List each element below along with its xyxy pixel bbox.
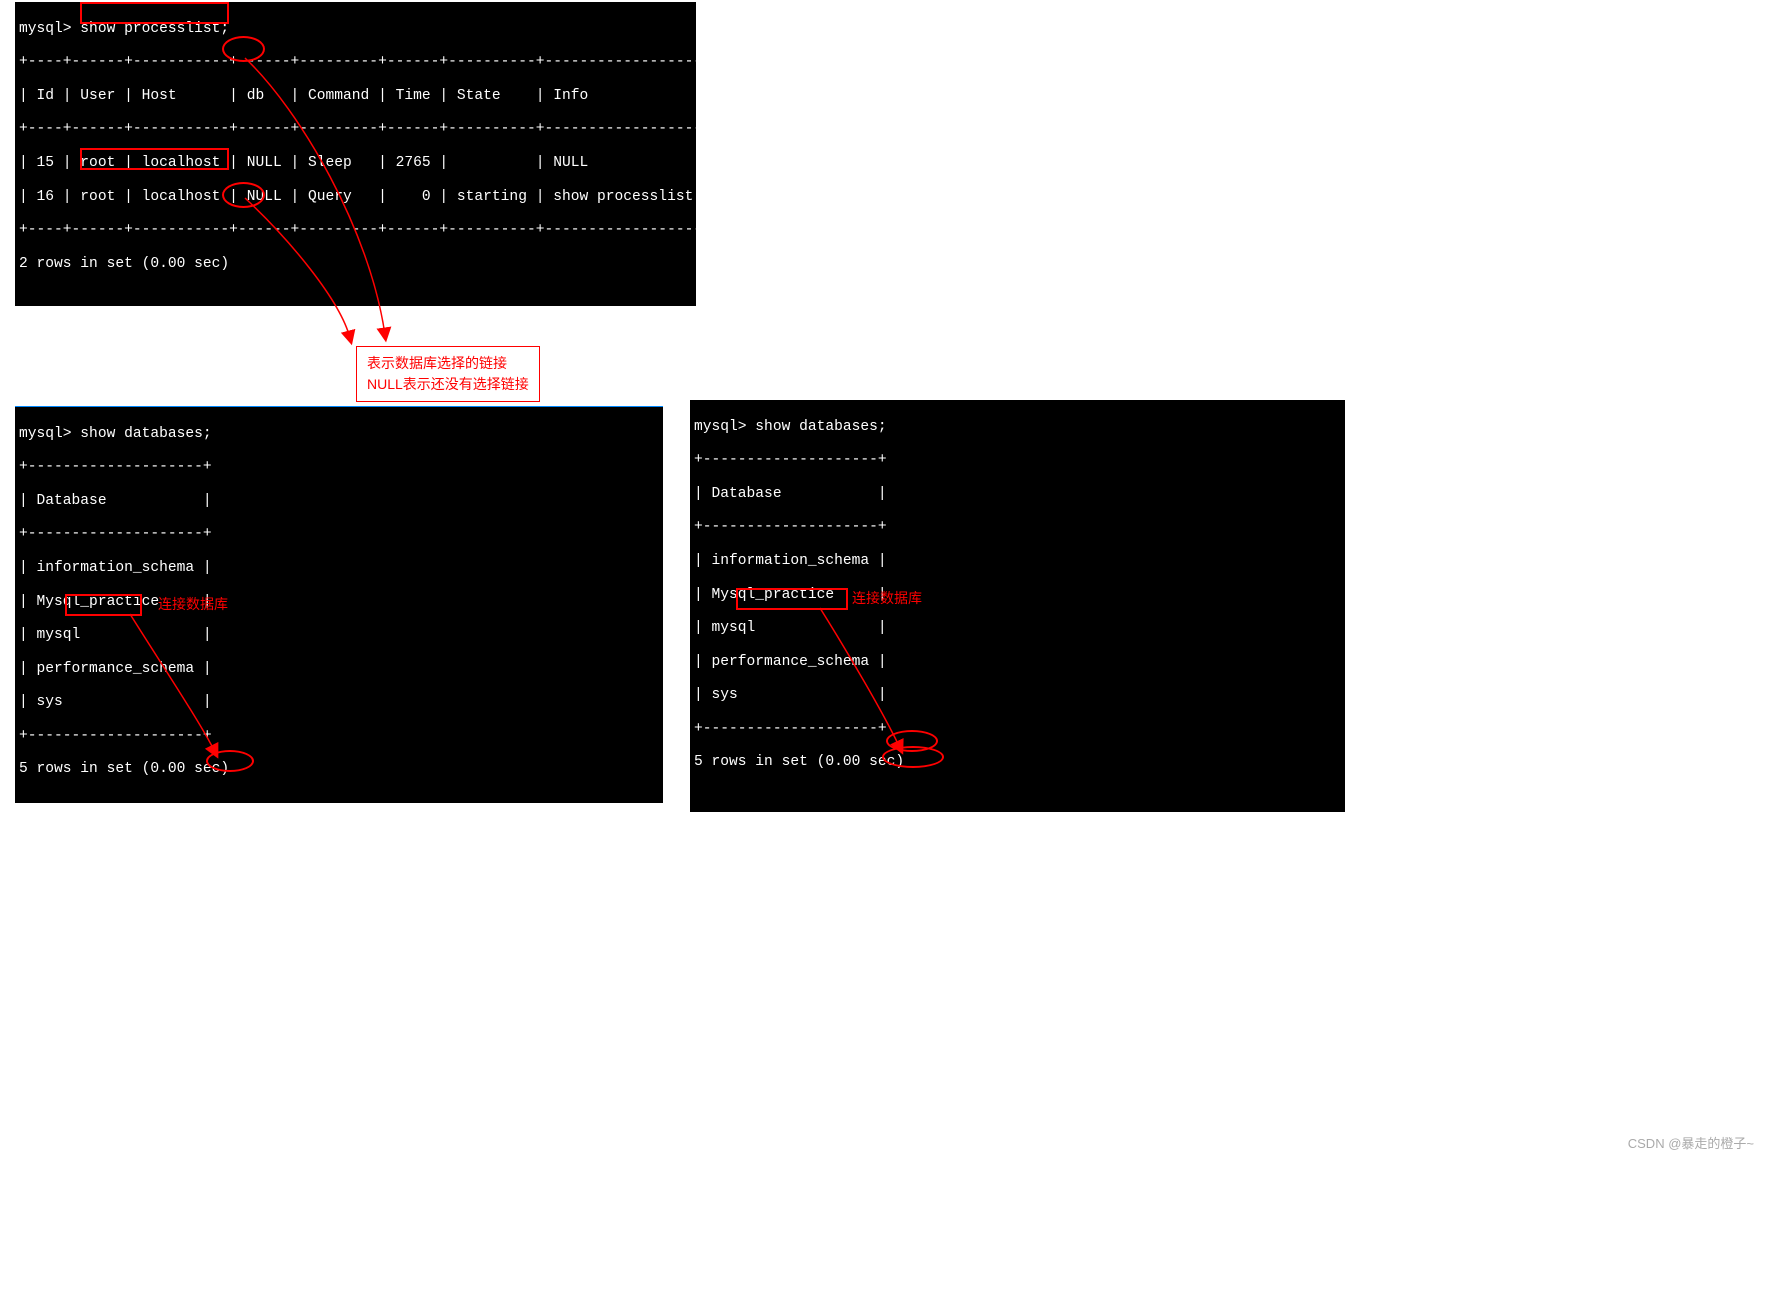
line: | 18 | root | localhost | sys | Query | … <box>19 1164 659 1181</box>
line: +--------------------+ <box>19 728 659 745</box>
line: Database changed <box>694 956 1341 973</box>
line: Database changed <box>19 963 659 980</box>
line: | Id | User | Host | db | Command | Time… <box>19 88 692 105</box>
line: | Database | <box>694 486 1341 503</box>
line: Reading table information for completion… <box>19 862 659 879</box>
line: +--------------------+ <box>694 452 1341 469</box>
line: mysql> show databases; <box>694 419 1341 436</box>
line: +----+------+-----------+------+--------… <box>19 1097 659 1114</box>
line: | 18 | root | localhost | NULL | Sleep |… <box>694 1191 1341 1208</box>
line: +----+------+-----------+-------+-------… <box>694 1224 1341 1241</box>
line: mysql> show processlist; <box>694 989 1341 1006</box>
line: +--------------------+ <box>19 459 659 476</box>
line: +----+------+-----------+------+--------… <box>19 54 692 71</box>
line: +----+------+-----------+------+--------… <box>19 1198 659 1215</box>
line: | performance_schema | <box>694 654 1341 671</box>
line: | 15 | root | localhost | NULL | Sleep |… <box>694 1124 1341 1141</box>
line: | sys | <box>694 687 1341 704</box>
annotation-label: 连接数据库 <box>852 589 922 609</box>
line: mysql> show processlist; <box>19 21 692 38</box>
line: +----+------+-----------+-------+-------… <box>694 1023 1341 1040</box>
line: +----+------+-----------+------+--------… <box>19 1030 659 1047</box>
line: | 15 | root | localhost | NULL | Sleep |… <box>19 1131 659 1148</box>
blank <box>19 795 659 812</box>
line: | Mysql_practice | <box>19 594 659 611</box>
line: +----+------+-----------+------+--------… <box>19 121 692 138</box>
blank <box>694 788 1341 805</box>
line: +--------------------+ <box>694 721 1341 738</box>
line: | information_schema | <box>694 553 1341 570</box>
callout-line1: 表示数据库选择的链接 <box>367 353 529 374</box>
line: +--------------------+ <box>19 526 659 543</box>
line: +--------------------+ <box>694 519 1341 536</box>
callout-line2: NULL表示还没有选择链接 <box>367 374 529 395</box>
blank <box>694 922 1341 939</box>
line: | Database | <box>19 493 659 510</box>
line: 5 rows in set (0.00 sec) <box>694 754 1341 771</box>
line: mysql> show processlist; <box>19 996 659 1013</box>
line: | Mysql_practice | <box>694 587 1341 604</box>
line: 5 rows in set (0.00 sec) <box>19 761 659 778</box>
callout-box: 表示数据库选择的链接 NULL表示还没有选择链接 <box>356 346 540 402</box>
watermark-text: CSDN @暴走的橙子~ <box>1628 1133 1754 1152</box>
line: Reading table information for completion… <box>694 855 1341 872</box>
line: | performance_schema | <box>19 661 659 678</box>
blank <box>19 289 692 306</box>
line: | mysql | <box>694 620 1341 637</box>
line: 3 rows in set (0.00 sec) <box>694 1258 1341 1275</box>
terminal-top: mysql> show processlist; +----+------+--… <box>15 2 696 306</box>
line: +----+------+-----------+------+--------… <box>19 222 692 239</box>
blank <box>19 929 659 946</box>
terminal-bottom-left: mysql> show databases; +----------------… <box>15 406 663 803</box>
line: | Id | User | Host | db | Command | Time… <box>694 1056 1341 1073</box>
line: mysql> show databases; <box>19 426 659 443</box>
line: +----+------+-----------+-------+-------… <box>694 1090 1341 1107</box>
line: You can turn off this feature to get a q… <box>694 889 1341 906</box>
line: 2 rows in set (0.00 sec) <box>19 256 692 273</box>
line: 2 rows in set (0.00 sec) <box>19 1231 659 1248</box>
line: mysql> use sys; <box>19 829 659 846</box>
line: | mysql | <box>19 627 659 644</box>
annotation-label: 连接数据库 <box>158 595 228 615</box>
line: | 16 | root | localhost | NULL | Query |… <box>19 189 692 206</box>
line: | information_schema | <box>19 560 659 577</box>
line: | Id | User | Host | db | Command | Time… <box>19 1063 659 1080</box>
line: You can turn off this feature to get a q… <box>19 896 659 913</box>
line: | sys | <box>19 694 659 711</box>
line: | 15 | root | localhost | NULL | Sleep |… <box>19 155 692 172</box>
line: mysql> use mysql <box>694 822 1341 839</box>
terminal-bottom-right: mysql> show databases; +----------------… <box>690 400 1345 812</box>
line: mysql> show processlist; <box>19 323 692 340</box>
line: | 16 | root | localhost | mysql | Query … <box>694 1157 1341 1174</box>
